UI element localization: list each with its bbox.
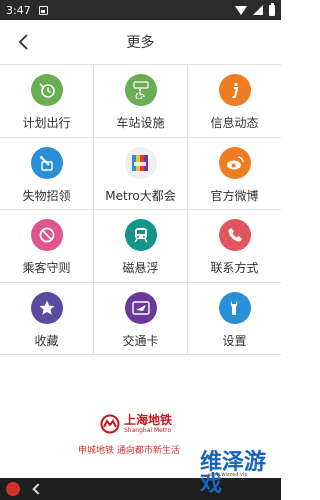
grid-item-info-news[interactable]: 信息动态 [188, 65, 281, 138]
wifi-icon [235, 5, 247, 15]
metro-app-icon [124, 146, 157, 179]
wrench-settings-icon [218, 291, 251, 324]
app-header: 更多 [0, 20, 281, 64]
grid-item-contact[interactable]: 联系方式 [188, 210, 281, 283]
no-entry-icon [30, 219, 63, 251]
grid-item-label: 收藏 [34, 333, 59, 348]
grid-item-station-facilities[interactable]: 车站设施 [94, 65, 188, 138]
signal-icon [253, 5, 263, 15]
battery-icon [269, 2, 275, 16]
grid-item-label: 联系方式 [210, 261, 259, 275]
footer-slogan: 申城地铁 通向都市新生活 [78, 446, 180, 456]
grid-item-official-weibo[interactable]: 官方微博 [188, 138, 281, 210]
feature-grid: 计划出行 车站设施 信息动态 失物招领 Metro大都会 官方微博 乘客守则 磁… [0, 64, 281, 355]
clock-plan-icon [30, 74, 63, 106]
grid-item-passenger-rules[interactable]: 乘客守则 [0, 210, 94, 283]
nav-back-icon[interactable] [32, 483, 44, 495]
status-bar: 3:47 [0, 0, 281, 20]
watermark-url: www.wizzed.vip [208, 472, 248, 478]
grid-item-label: 车站设施 [116, 116, 165, 130]
grid-item-label: 磁悬浮 [122, 261, 159, 275]
back-arrow-icon[interactable] [14, 32, 34, 52]
grid-item-label: 信息动态 [210, 116, 259, 130]
grid-item-label: 官方微博 [210, 188, 259, 203]
shanghai-metro-logo: 上海地铁 Shanghai Metro [100, 414, 172, 434]
accessibility-facilities-icon [124, 74, 157, 106]
grid-item-label: 失物招领 [22, 188, 71, 203]
logo-english-name: Shanghai Metro [124, 427, 172, 434]
logo-chinese-name: 上海地铁 [124, 413, 173, 427]
grid-item-label: Metro大都会 [105, 188, 176, 203]
grid-item-plan-trip[interactable]: 计划出行 [0, 65, 94, 138]
grid-item-favorites[interactable]: 收藏 [0, 282, 94, 355]
weibo-icon [218, 146, 251, 179]
grid-item-metro-metropolis[interactable]: Metro大都会 [94, 137, 188, 210]
grid-item-lost-found[interactable]: 失物招领 [0, 137, 94, 210]
status-time: 3:47 [6, 3, 31, 17]
grid-item-settings[interactable]: 设置 [188, 283, 281, 355]
phone-icon [218, 219, 251, 251]
grid-item-label: 计划出行 [22, 116, 71, 130]
grid-item-label: 交通卡 [122, 333, 159, 348]
metro-logo-icon [100, 414, 120, 434]
info-icon [218, 74, 251, 106]
grid-item-label: 乘客守则 [22, 261, 71, 275]
transport-card-icon [124, 291, 157, 324]
lost-and-found-icon [30, 146, 63, 179]
home-button-icon[interactable] [6, 482, 20, 496]
maglev-train-icon [124, 219, 157, 251]
grid-item-maglev[interactable]: 磁悬浮 [94, 210, 188, 283]
page-title: 更多 [126, 35, 155, 51]
status-indicators [235, 2, 275, 16]
star-icon [30, 291, 63, 324]
notification-icon [38, 5, 48, 15]
grid-item-transport-card[interactable]: 交通卡 [94, 282, 188, 355]
grid-item-label: 设置 [222, 333, 247, 348]
